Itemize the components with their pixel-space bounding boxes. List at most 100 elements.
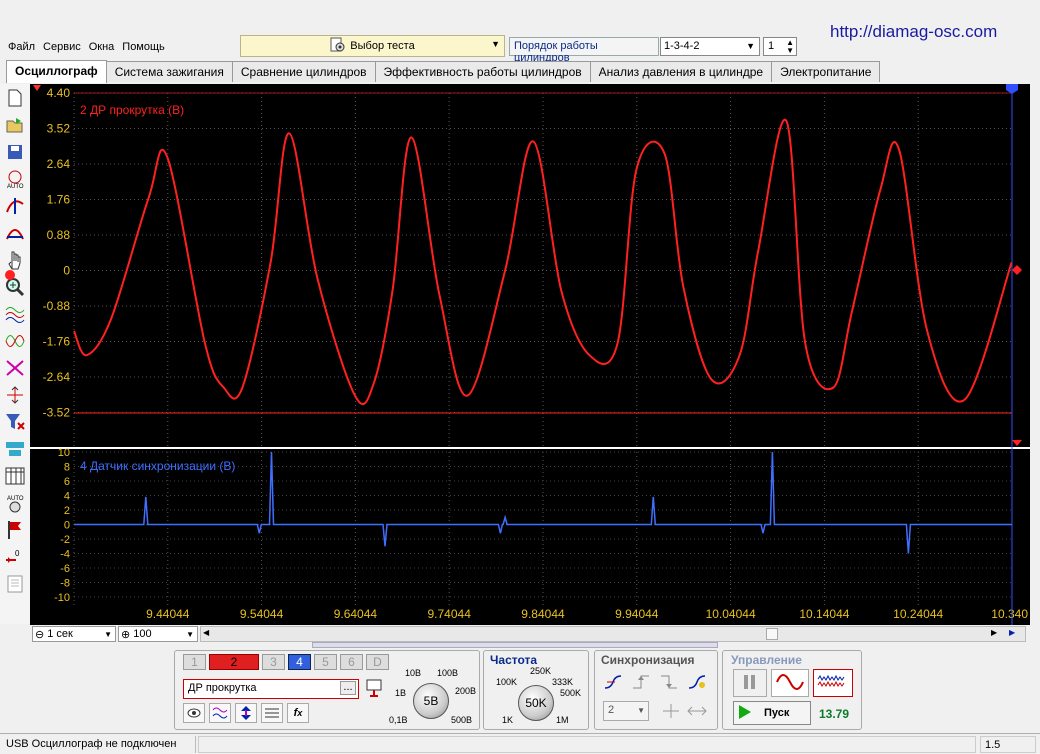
- filter-icon[interactable]: [3, 410, 27, 434]
- sync-down-icon[interactable]: [659, 673, 679, 694]
- channel-4-button[interactable]: 4: [288, 654, 311, 670]
- channel4-title: 4 Датчик синхронизации (В): [80, 459, 235, 473]
- channel-1-button[interactable]: 1: [183, 654, 206, 670]
- vertical-offset-icon[interactable]: [235, 703, 257, 723]
- probe-icon[interactable]: [365, 678, 383, 703]
- firing-order-select[interactable]: 1-3-4-2 ▼: [660, 37, 760, 56]
- gear-icon: [330, 37, 346, 56]
- panel-splitter[interactable]: [312, 642, 718, 648]
- waveform-color-icon[interactable]: [3, 302, 27, 326]
- firing-order-label: Порядок работы цилиндров: [509, 37, 659, 64]
- svg-text:0: 0: [15, 549, 20, 558]
- menu-service[interactable]: Сервис: [43, 41, 81, 53]
- auto-gear-icon[interactable]: AUTO: [3, 491, 27, 515]
- new-file-icon[interactable]: [3, 86, 27, 110]
- single-wave-button[interactable]: [771, 669, 809, 697]
- sine-wave-icon: [775, 672, 805, 695]
- waveform-invert-icon[interactable]: [3, 356, 27, 380]
- frequency-knob[interactable]: 50K: [518, 685, 554, 721]
- tab-cylinder-compare[interactable]: Сравнение цилиндров: [231, 61, 376, 82]
- pause-button[interactable]: [733, 669, 767, 697]
- zoom-select[interactable]: ⊕ 100 ▼: [118, 626, 198, 642]
- invert-waveform-icon[interactable]: [209, 703, 231, 723]
- y-tick-label: 0.88: [47, 228, 71, 242]
- channel-6-button[interactable]: 6: [340, 654, 363, 670]
- sync-position-icon[interactable]: [661, 703, 681, 722]
- tab-cylinder-efficiency[interactable]: Эффективность работы цилиндров: [374, 61, 591, 82]
- scroll-right-icon[interactable]: ▶: [991, 628, 997, 637]
- horizontal-scale-icon[interactable]: [3, 221, 27, 245]
- frequency-title: Частота: [490, 653, 538, 667]
- tab-pressure-analysis[interactable]: Анализ давления в цилиндре: [589, 61, 773, 82]
- timebase-value: 1 сек: [47, 628, 73, 640]
- tab-power-supply[interactable]: Электропитание: [771, 61, 881, 82]
- channel-2-button[interactable]: 2: [209, 654, 259, 670]
- oscilloscope-screen[interactable]: 4.40 3.52 2.64 1.76 0.88 0 -0.88 -1.76 -2.64 -3.5…: [30, 84, 1030, 625]
- menu-windows[interactable]: Окна: [89, 41, 115, 53]
- y-tick-label: 1.76: [47, 193, 71, 207]
- tab-ignition[interactable]: Система зажигания: [105, 61, 233, 82]
- eye-icon[interactable]: [183, 703, 205, 723]
- channel-name-value: ДР прокрутка: [188, 682, 257, 694]
- network-icon[interactable]: [3, 437, 27, 461]
- open-folder-icon[interactable]: [3, 113, 27, 137]
- menu-help[interactable]: Помощь: [122, 41, 165, 53]
- channel2-level-marker-icon[interactable]: [1012, 265, 1022, 275]
- start-label: Пуск: [764, 707, 790, 719]
- zoom-out-icon: ⊖: [35, 628, 45, 641]
- start-button[interactable]: Пуск: [733, 701, 811, 725]
- control-panel: Управление Пуск 13.79: [722, 650, 862, 730]
- auto-sync-icon[interactable]: [687, 673, 707, 694]
- voltage-value: 5В: [423, 694, 439, 708]
- scroll-left-icon[interactable]: ◀: [203, 628, 209, 637]
- volt-tick: 1В: [395, 688, 407, 698]
- zero-level-icon[interactable]: 0: [3, 545, 27, 569]
- y-tick-label: -3.52: [43, 406, 71, 420]
- website-link[interactable]: http://diamag-osc.com: [830, 22, 997, 42]
- hand-tool-icon[interactable]: [3, 248, 27, 272]
- marker-flag-icon[interactable]: [3, 518, 27, 542]
- channel-5-button[interactable]: 5: [314, 654, 337, 670]
- voltage-knob[interactable]: 5В: [413, 683, 449, 719]
- waveform-overlay-icon[interactable]: [3, 329, 27, 353]
- auto-scale-icon[interactable]: AUTO: [3, 167, 27, 191]
- x-tick-label: 10.340: [991, 607, 1028, 621]
- channel-3-button[interactable]: 3: [262, 654, 285, 670]
- test-select[interactable]: Выбор теста ▼: [240, 35, 505, 57]
- oscilloscope-plot[interactable]: 4.40 3.52 2.64 1.76 0.88 0 -0.88 -1.76 -2.64 -3.5…: [30, 84, 1030, 625]
- cursor-icon[interactable]: [3, 383, 27, 407]
- play-end-icon[interactable]: ▶: [1009, 628, 1015, 637]
- save-icon[interactable]: [3, 140, 27, 164]
- play-icon: [738, 704, 752, 723]
- tab-oscilloscope[interactable]: Осциллограф: [6, 60, 107, 83]
- table-icon[interactable]: [3, 464, 27, 488]
- y-tick-label: 0: [64, 520, 70, 532]
- channel-name-field[interactable]: ДР прокрутка ...: [183, 679, 359, 699]
- freq-tick: 1K: [502, 715, 514, 725]
- lines-icon[interactable]: [261, 703, 283, 723]
- freq-tick: 1M: [556, 715, 569, 725]
- rising-edge-icon[interactable]: [603, 673, 623, 694]
- sync-channel-select[interactable]: 2 ▼: [603, 701, 649, 721]
- channel2-zero-indicator[interactable]: [5, 270, 15, 280]
- time-controls: ⊖ 1 сек ▼ ⊕ 100 ▼ ◀ ▶ ▶: [30, 626, 1030, 642]
- horizontal-scrollbar[interactable]: ◀ ▶ ▶: [200, 626, 1026, 642]
- menu-file[interactable]: Файл: [8, 41, 35, 53]
- test-select-label: Выбор теста: [350, 40, 415, 52]
- chevron-down-icon: ▼: [491, 39, 500, 49]
- more-options-button[interactable]: ...: [340, 681, 356, 695]
- formula-icon[interactable]: fx: [287, 703, 309, 723]
- continuous-wave-button[interactable]: [813, 669, 853, 697]
- notes-icon[interactable]: [3, 572, 27, 596]
- trigger-marker-icon[interactable]: [33, 85, 41, 91]
- timebase-select[interactable]: ⊖ 1 сек ▼: [32, 626, 116, 642]
- status-bar: USB Осциллограф не подключен 1.5: [0, 733, 1040, 754]
- vertical-scale-icon[interactable]: [3, 194, 27, 218]
- version-label: 1.5: [980, 736, 1036, 753]
- zoom-value: 100: [133, 628, 152, 640]
- cylinder-stepper[interactable]: 1 ▲ ▼: [763, 37, 797, 56]
- sync-up-icon[interactable]: [631, 673, 651, 694]
- sync-offset-icon[interactable]: [687, 703, 707, 722]
- scrollbar-thumb[interactable]: [766, 628, 778, 640]
- channel-d-button[interactable]: D: [366, 654, 389, 670]
